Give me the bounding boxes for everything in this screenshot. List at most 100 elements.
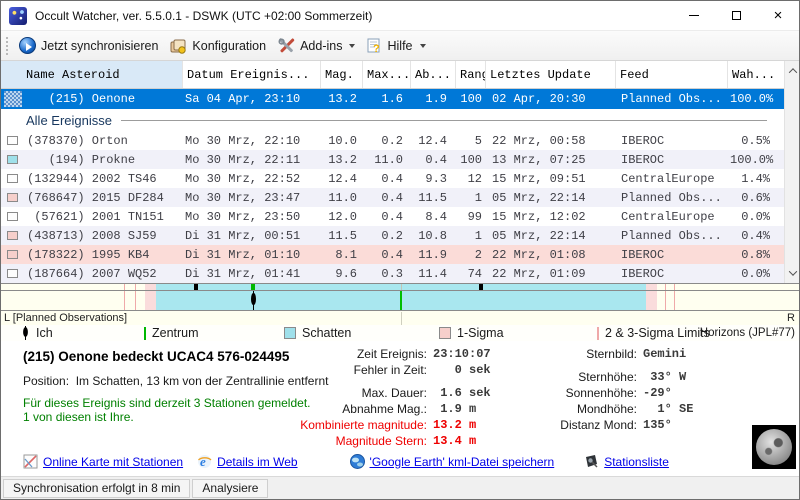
cell-name: (187664) 2007 WQ52: [27, 266, 157, 281]
legend-23-sigma: 2 & 3-Sigma Limits: [597, 325, 710, 341]
google-earth-kml-link[interactable]: 'Google Earth' kml-Datei speichern: [349, 454, 554, 469]
sync-icon: [19, 37, 36, 54]
cell-wahr: 0.5%: [741, 133, 770, 148]
cell-feed: CentralEurope: [621, 171, 715, 186]
green-line-icon: [144, 326, 146, 340]
station-dish-icon: [586, 455, 598, 468]
cell-update: 22 Mrz, 01:08: [492, 247, 586, 262]
cell-wahr: 0.0%: [741, 209, 770, 224]
cell-mag: 13.2: [328, 92, 357, 106]
column-header-wahr[interactable]: Wah...: [728, 61, 784, 88]
scroll-up-button[interactable]: [785, 63, 799, 79]
field-label: Max. Dauer:: [361, 386, 427, 400]
occult-watcher-window: Occult Watcher, ver. 5.5.0.1 - DSWK (UTC…: [0, 0, 800, 500]
table-row[interactable]: (378370) Orton Mo 30 Mrz, 22:10 10.0 0.2…: [1, 131, 784, 150]
column-header-datum[interactable]: Datum Ereignis...: [183, 61, 321, 88]
my-position-needle: [250, 291, 257, 310]
cell-update: 05 Mrz, 22:14: [492, 228, 586, 243]
table-row[interactable]: (187664) 2007 WQ52 Di 31 Mrz, 01:41 9.6 …: [1, 264, 784, 283]
scroll-down-button[interactable]: [785, 265, 799, 281]
event-status-chip: [7, 212, 18, 221]
cell-max: 0.4: [381, 209, 403, 224]
cell-max: 0.3: [381, 266, 403, 281]
configuration-button[interactable]: Konfiguration: [165, 35, 273, 57]
cell-ab: 9.3: [425, 171, 447, 186]
cell-update: 13 Mrz, 07:25: [492, 152, 586, 167]
moon-phase-image: [752, 425, 796, 469]
field-value: 13.4 m: [433, 434, 477, 448]
column-header-max[interactable]: Max...: [363, 61, 411, 88]
cell-datum: Mo 30 Mrz, 22:11: [185, 152, 301, 167]
column-header-ab[interactable]: Ab...: [411, 61, 456, 88]
cell-ab: 11.4: [418, 266, 447, 281]
sync-label: Jetzt synchronisieren: [41, 38, 159, 53]
cell-update: 22 Mrz, 00:58: [492, 133, 586, 148]
cell-rang: 1: [474, 228, 482, 243]
cell-max: 0.4: [381, 190, 403, 205]
add-ins-menu[interactable]: Add-ins: [273, 35, 362, 57]
station-list-link[interactable]: Stationsliste: [584, 454, 669, 469]
cell-feed: IBEROC: [621, 152, 665, 167]
cell-mag: 12.4: [328, 171, 357, 186]
cell-update: 05 Mrz, 22:14: [492, 190, 586, 205]
table-row[interactable]: (132944) 2002 TS46 Mo 30 Mrz, 22:52 12.4…: [1, 169, 784, 188]
field-label: Magnitude Stern:: [335, 434, 427, 448]
selected-event-row[interactable]: (215) Oenone Sa 04 Apr, 23:10 13.2 1.6 1…: [1, 89, 784, 109]
web-details-link[interactable]: e Details im Web: [197, 454, 298, 469]
cell-name: (178322) 1995 KB4: [27, 247, 150, 262]
column-header-name[interactable]: Name Asteroid: [1, 61, 183, 88]
cell-feed: IBEROC: [621, 247, 665, 262]
cell-name: (768647) 2015 DF284: [27, 190, 164, 205]
add-ins-icon: [278, 37, 295, 52]
sigma23-line: [674, 284, 675, 310]
minimize-button[interactable]: [673, 1, 715, 30]
cell-datum: Mo 30 Mrz, 22:52: [185, 171, 301, 186]
cell-max: 11.0: [374, 152, 403, 167]
events-table: Name Asteroid Datum Ereignis... Mag. Max…: [1, 61, 799, 283]
cell-max: 0.4: [381, 171, 403, 186]
svg-text:e: e: [200, 454, 206, 469]
table-row[interactable]: (178322) 1995 KB4 Di 31 Mrz, 01:10 8.1 0…: [1, 245, 784, 264]
strip-legend: Ich Zentrum Schatten 1-Sigma 2 & 3-Sigma…: [1, 325, 799, 342]
column-header-rang[interactable]: Rang: [456, 61, 486, 88]
needle-icon: [23, 326, 28, 340]
field-label: Zeit Ereignis:: [356, 347, 427, 361]
close-button[interactable]: ×: [757, 1, 799, 30]
cell-name: (215) Oenone: [27, 92, 136, 106]
table-row[interactable]: (438713) 2008 SJ59 Di 31 Mrz, 00:51 11.5…: [1, 226, 784, 245]
cell-max: 0.2: [381, 133, 403, 148]
maximize-icon: [731, 11, 741, 20]
window-title: Occult Watcher, ver. 5.5.0.1 - DSWK (UTC…: [35, 8, 373, 23]
sigma1-band-right: [646, 284, 657, 310]
field-value: 1.9 m: [433, 402, 477, 416]
cell-rang: 5: [474, 133, 482, 148]
cell-feed: Planned Obs...: [621, 228, 722, 243]
help-menu[interactable]: ? Hilfe: [362, 35, 432, 57]
vertical-scrollbar[interactable]: [784, 61, 799, 283]
sync-now-button[interactable]: Jetzt synchronisieren: [14, 34, 165, 57]
sync-status-panel: Synchronisation erfolgt in 8 min: [3, 478, 191, 498]
cell-max: 0.4: [381, 247, 403, 262]
field-value: Gemini: [643, 347, 687, 361]
column-header-update[interactable]: Letztes Update: [486, 61, 616, 88]
table-row[interactable]: (768647) 2015 DF284 Mo 30 Mrz, 23:47 11.…: [1, 188, 784, 207]
links-row: Online Karte mit Stationen e Details im …: [23, 454, 669, 469]
maximize-button[interactable]: [715, 1, 757, 30]
cell-ab: 0.4: [425, 152, 447, 167]
group-header-all-events[interactable]: Alle Ereignisse: [1, 109, 784, 131]
column-header-mag[interactable]: Mag.: [321, 61, 363, 88]
event-status-chip: [7, 250, 18, 259]
cell-rang: 2: [474, 247, 482, 262]
column-header-feed[interactable]: Feed: [616, 61, 728, 88]
shadow-path-strip: L [Planned Observations] R Ich Zentrum S…: [1, 283, 799, 342]
cell-ab: 10.8: [418, 228, 447, 243]
cell-feed: IBEROC: [621, 266, 665, 281]
cell-mag: 13.2: [328, 152, 357, 167]
field-label: Fehler in Zeit:: [353, 363, 427, 377]
online-map-link[interactable]: Online Karte mit Stationen: [23, 454, 183, 469]
table-row[interactable]: (194) Prokne Mo 30 Mrz, 22:11 13.2 11.0 …: [1, 150, 784, 169]
google-earth-icon: [349, 454, 365, 469]
table-row[interactable]: (57621) 2001 TN151 Mo 30 Mrz, 23:50 12.0…: [1, 207, 784, 226]
field-value: 13.2 m: [433, 418, 477, 432]
cell-name: (438713) 2008 SJ59: [27, 228, 157, 243]
